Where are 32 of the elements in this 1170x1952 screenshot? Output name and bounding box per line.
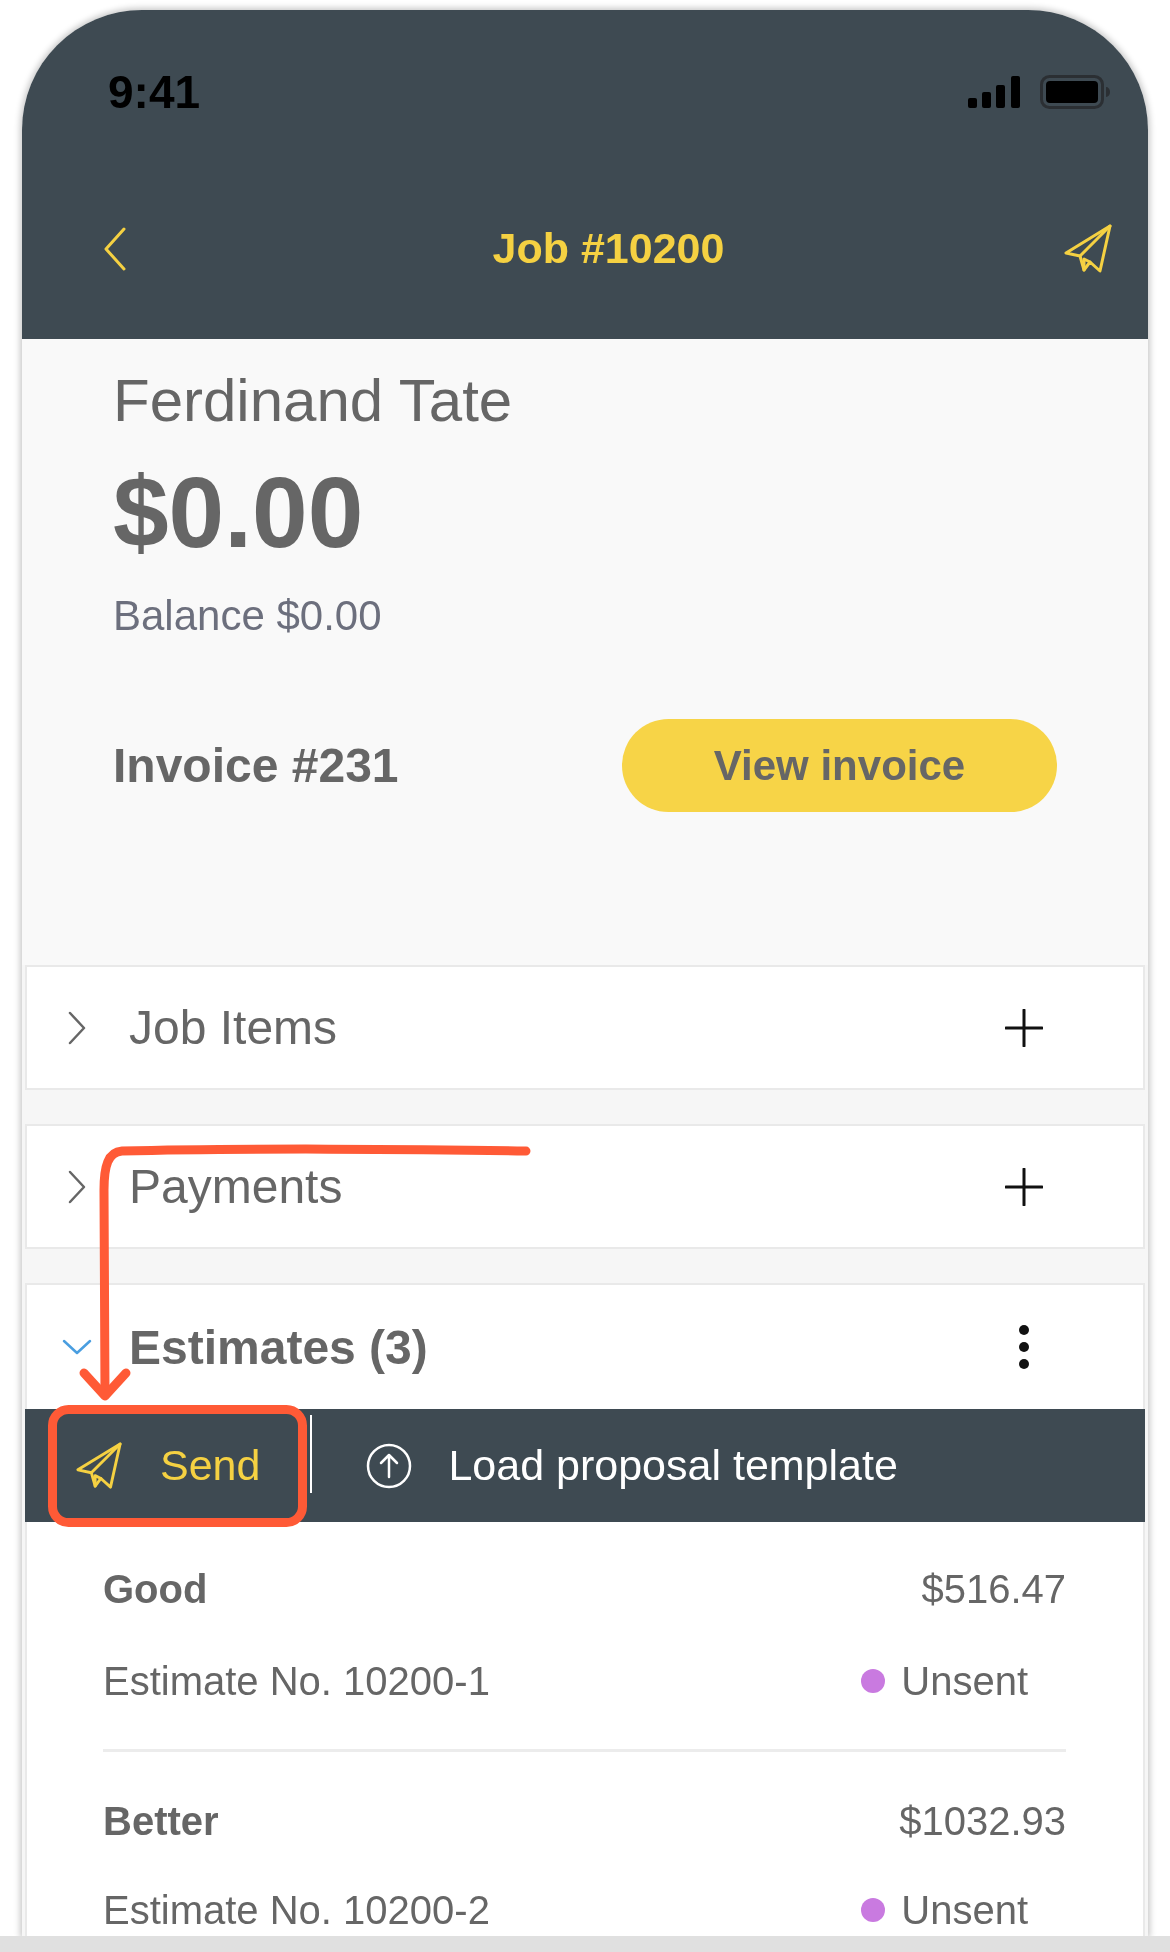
estimate-number: Estimate No. 10200-1 [103,1658,490,1704]
chevron-down-icon[interactable] [62,1339,92,1355]
total-amount: $0.00 [113,457,364,567]
estimate-name: Good [103,1566,208,1612]
add-icon[interactable] [1005,1167,1043,1206]
send-button[interactable]: Send [75,1440,261,1491]
estimate-name: Better [103,1798,219,1844]
customer-name: Ferdinand Tate [113,366,513,436]
view-invoice-button[interactable]: View invoice [622,719,1057,812]
estimate-status: Unsent [901,1887,1028,1933]
chevron-right-icon[interactable] [68,1010,86,1045]
section-title: Payments [129,1159,344,1214]
back-icon[interactable] [104,227,126,271]
arrow-up-circle-icon [366,1442,413,1489]
battery-icon [1040,75,1110,109]
section-title: Job Items [129,1000,339,1055]
load-template-button[interactable]: Load proposal template [366,1441,898,1490]
add-icon[interactable] [1005,1008,1043,1047]
signal-icon [968,76,1020,108]
estimate-amount: $1032.93 [899,1798,1066,1844]
section-title: Estimates (3) [129,1319,429,1375]
invoice-number: Invoice #231 [113,738,399,793]
status-time: 9:41 [108,69,201,115]
estimate-amount: $516.47 [921,1566,1066,1612]
paper-plane-icon[interactable] [1063,223,1113,275]
estimate-number: Estimate No. 10200-2 [103,1887,490,1933]
paper-plane-icon [75,1440,123,1491]
balance-text: Balance $0.00 [113,591,382,641]
chevron-right-icon[interactable] [68,1169,86,1204]
screen-title: Job #10200 [492,223,725,275]
more-vertical-icon[interactable] [1018,1324,1030,1370]
estimate-status: Unsent [901,1658,1028,1704]
